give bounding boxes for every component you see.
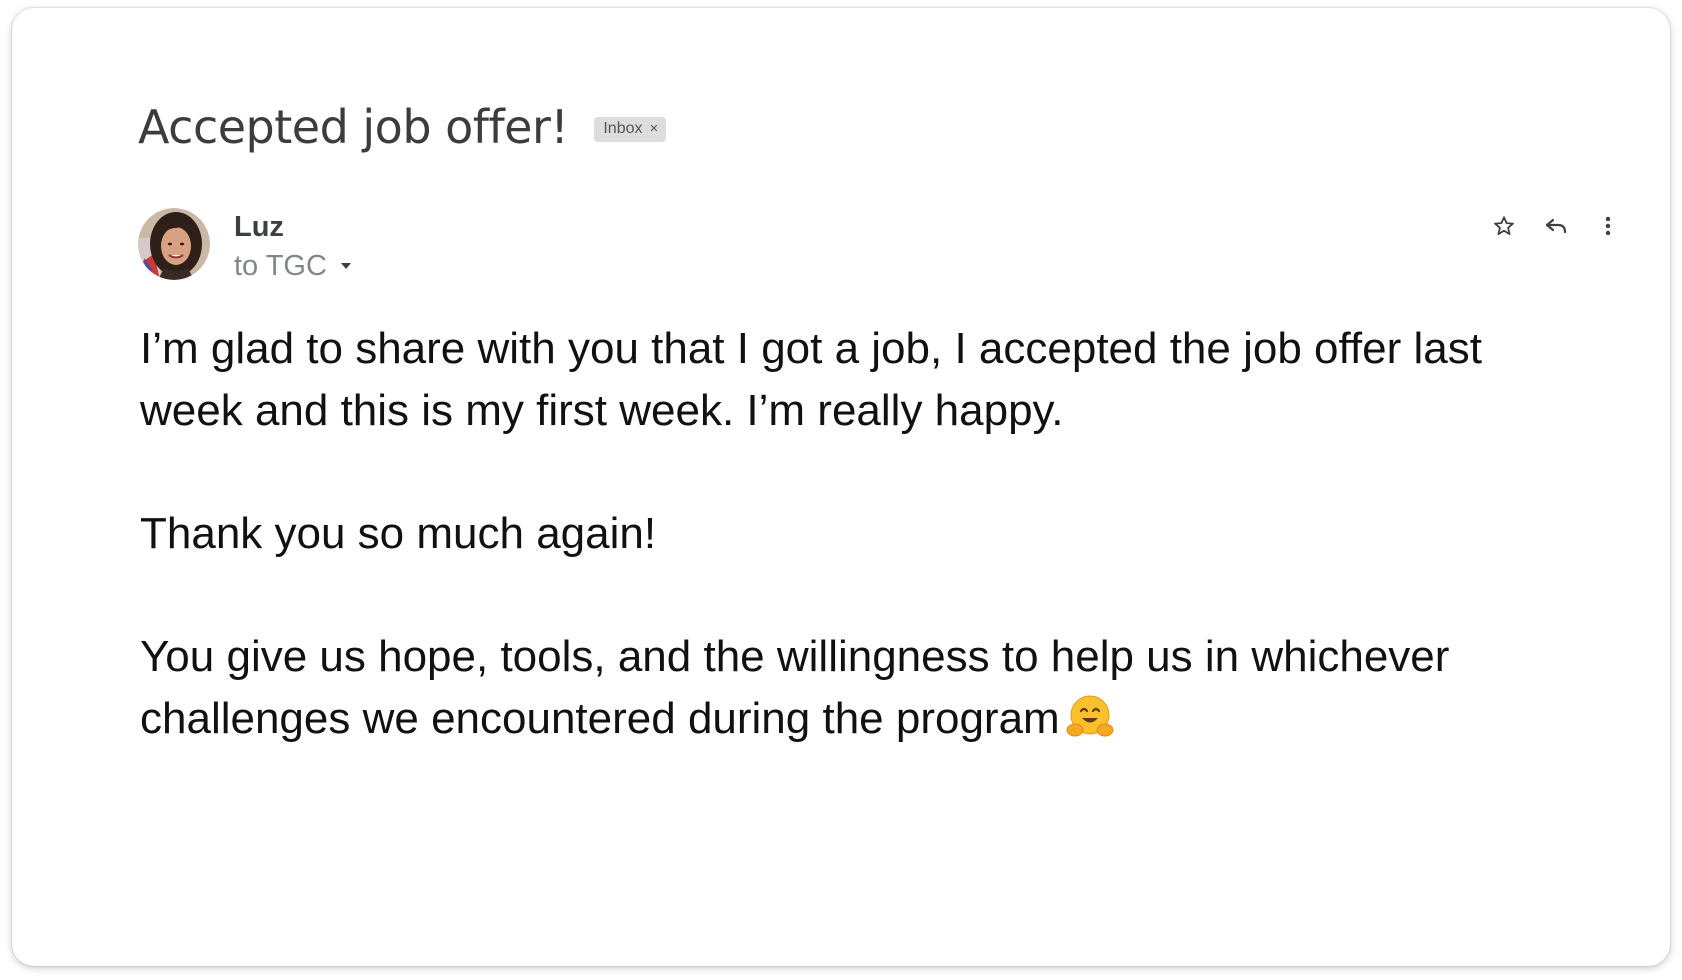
sender-name[interactable]: Luz (234, 210, 351, 245)
inbox-label-chip[interactable]: Inbox × (594, 116, 667, 142)
recipients-line: to TGC (234, 249, 351, 284)
inbox-label-text: Inbox (603, 119, 643, 137)
message-actions (1490, 212, 1622, 240)
body-paragraph-3-text: You give us hope, tools, and the willing… (140, 632, 1450, 743)
more-options-button[interactable] (1594, 212, 1622, 240)
sender-meta: Luz to TGC (234, 210, 351, 284)
body-paragraph-2: Thank you so much again! (140, 509, 657, 558)
remove-label-icon[interactable]: × (649, 121, 658, 136)
sender-avatar[interactable] (138, 208, 210, 280)
email-card: Accepted job offer! Inbox × Luz to TGC I… (12, 8, 1670, 966)
star-outline-icon (1494, 216, 1514, 235)
subject-row: Accepted job offer! Inbox × (138, 100, 667, 154)
email-body: I’m glad to share with you that I got a … (140, 318, 1580, 811)
reply-arrow-icon (1545, 218, 1567, 234)
vertical-dots-icon (1605, 216, 1611, 236)
recipients-text: to TGC (234, 249, 327, 282)
body-paragraph-3: You give us hope, tools, and the willing… (140, 626, 1580, 750)
hugging-face-emoji-icon (1066, 693, 1114, 741)
body-paragraph-1: I’m glad to share with you that I got a … (140, 324, 1482, 435)
sender-row: Luz to TGC (138, 208, 351, 284)
recipient-details-dropdown-icon[interactable] (340, 263, 351, 270)
star-button[interactable] (1490, 212, 1518, 240)
avatar-photo-icon (138, 208, 210, 280)
email-subject: Accepted job offer! (138, 100, 569, 154)
reply-button[interactable] (1542, 212, 1570, 240)
